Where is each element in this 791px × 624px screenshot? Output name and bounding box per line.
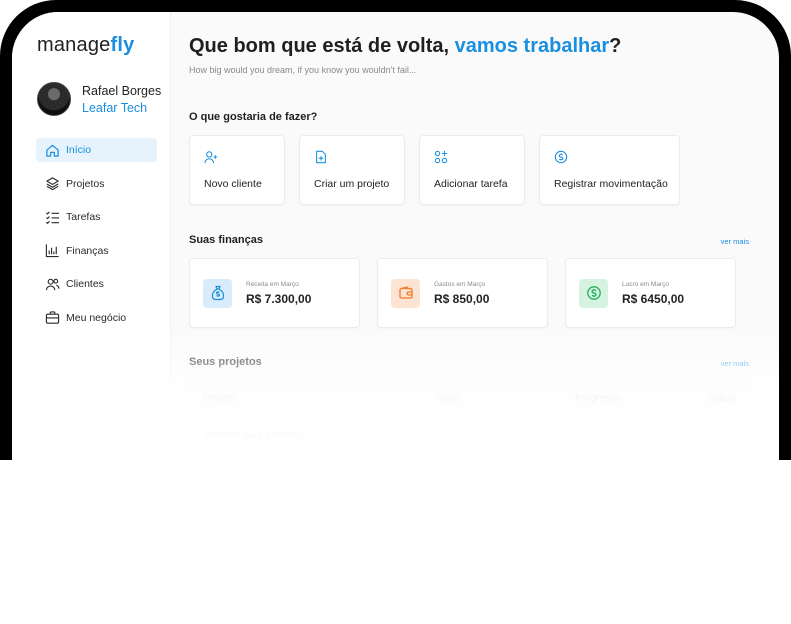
user-plus-icon bbox=[204, 150, 270, 169]
logo-accent: fly bbox=[110, 34, 135, 56]
sidebar-item-clientes[interactable]: Clientes bbox=[36, 272, 157, 296]
money-bag-icon bbox=[203, 278, 232, 308]
chart-icon bbox=[44, 243, 60, 259]
sidebar-item-meu-negocio[interactable]: Meu negócio bbox=[36, 306, 157, 330]
sidebar: managefly Rafael Borges Leafar Tech Iníc… bbox=[12, 12, 171, 460]
logo-text: manage bbox=[37, 34, 111, 56]
grid-plus-icon bbox=[434, 150, 510, 169]
user-profile[interactable]: Rafael Borges Leafar Tech bbox=[37, 82, 161, 116]
project-name: Website para empresa bbox=[204, 429, 305, 441]
app-screen: managefly Rafael Borges Leafar Tech Iníc… bbox=[12, 12, 779, 460]
finance-cards: Receita em Março R$ 7.300,00 Gastos em M… bbox=[189, 258, 753, 328]
revenue-label: Receita em Março bbox=[246, 280, 299, 288]
page: managefly Rafael Borges Leafar Tech Iníc… bbox=[0, 0, 791, 624]
dollar-circle-icon bbox=[554, 150, 665, 169]
add-task-button[interactable]: Adicionar tarefa bbox=[419, 135, 525, 205]
sidebar-item-label: Projetos bbox=[66, 177, 105, 190]
dollar-circle-icon bbox=[579, 278, 608, 308]
page-title: Que bom que está de volta, vamos trabalh… bbox=[189, 35, 622, 57]
create-project-button[interactable]: Criar um projeto bbox=[299, 135, 405, 205]
projects-see-more-link[interactable]: ver mais bbox=[721, 359, 749, 368]
profit-card[interactable]: Lucro em Março R$ 6450,00 bbox=[565, 258, 736, 328]
actions-section-title: O que gostaria de fazer? bbox=[189, 111, 318, 123]
quick-actions: Novo cliente Criar um projeto Adicionar … bbox=[189, 135, 694, 205]
layers-icon bbox=[44, 176, 60, 192]
sidebar-item-label: Meu negócio bbox=[66, 311, 127, 324]
users-icon bbox=[44, 276, 60, 292]
sidebar-item-label: Tarefas bbox=[66, 211, 101, 223]
expenses-value: R$ 850,00 bbox=[434, 291, 490, 306]
sidebar-nav: Início Projetos Tarefas Finanças Cliente… bbox=[36, 138, 157, 339]
sidebar-item-tarefas[interactable]: Tarefas bbox=[36, 205, 157, 229]
profile-name: Rafael Borges bbox=[82, 83, 162, 98]
column-header: Projeto bbox=[203, 392, 235, 404]
revenue-value: R$ 7.300,00 bbox=[246, 291, 312, 306]
sidebar-item-financas[interactable]: Finanças bbox=[36, 239, 157, 263]
register-transaction-button[interactable]: Registrar movimentação bbox=[539, 135, 680, 205]
page-subtitle: How big would you dream, if you know you… bbox=[189, 65, 417, 75]
column-header: Valor bbox=[437, 392, 460, 404]
sidebar-item-label: Clientes bbox=[66, 278, 104, 290]
profit-label: Lucro em Março bbox=[622, 280, 669, 288]
column-header: Status bbox=[706, 392, 735, 404]
table-header: Projeto Valor Progresso Status bbox=[189, 381, 747, 415]
new-client-button[interactable]: Novo cliente bbox=[189, 135, 285, 205]
briefcase-icon bbox=[44, 310, 60, 326]
home-icon bbox=[44, 142, 60, 158]
avatar bbox=[37, 82, 71, 116]
finances-section-title: Suas finanças bbox=[189, 234, 263, 246]
sidebar-item-inicio[interactable]: Início bbox=[36, 138, 157, 162]
device-frame: managefly Rafael Borges Leafar Tech Iníc… bbox=[0, 0, 791, 460]
expenses-label: Gastos em Março bbox=[434, 280, 486, 288]
expenses-card[interactable]: Gastos em Março R$ 850,00 bbox=[377, 258, 548, 328]
table-row[interactable]: Website para empresa bbox=[189, 415, 747, 455]
finances-see-more-link[interactable]: ver mais bbox=[721, 237, 749, 246]
profile-company[interactable]: Leafar Tech bbox=[82, 101, 161, 115]
revenue-card[interactable]: Receita em Março R$ 7.300,00 bbox=[189, 258, 360, 328]
file-plus-icon bbox=[314, 150, 390, 169]
sidebar-item-label: Finanças bbox=[66, 244, 109, 257]
sidebar-item-projetos[interactable]: Projetos bbox=[36, 172, 157, 196]
app-logo[interactable]: managefly bbox=[37, 34, 134, 57]
main-content: Que bom que está de volta, vamos trabalh… bbox=[189, 12, 769, 460]
wallet-icon bbox=[391, 278, 420, 308]
projects-section-title: Seus projetos bbox=[189, 356, 262, 368]
sidebar-item-label: Início bbox=[66, 144, 92, 156]
column-header: Progresso bbox=[575, 392, 621, 404]
projects-table: Projeto Valor Progresso Status Website p… bbox=[189, 381, 747, 455]
profit-value: R$ 6450,00 bbox=[622, 291, 685, 306]
checklist-icon bbox=[44, 209, 60, 225]
